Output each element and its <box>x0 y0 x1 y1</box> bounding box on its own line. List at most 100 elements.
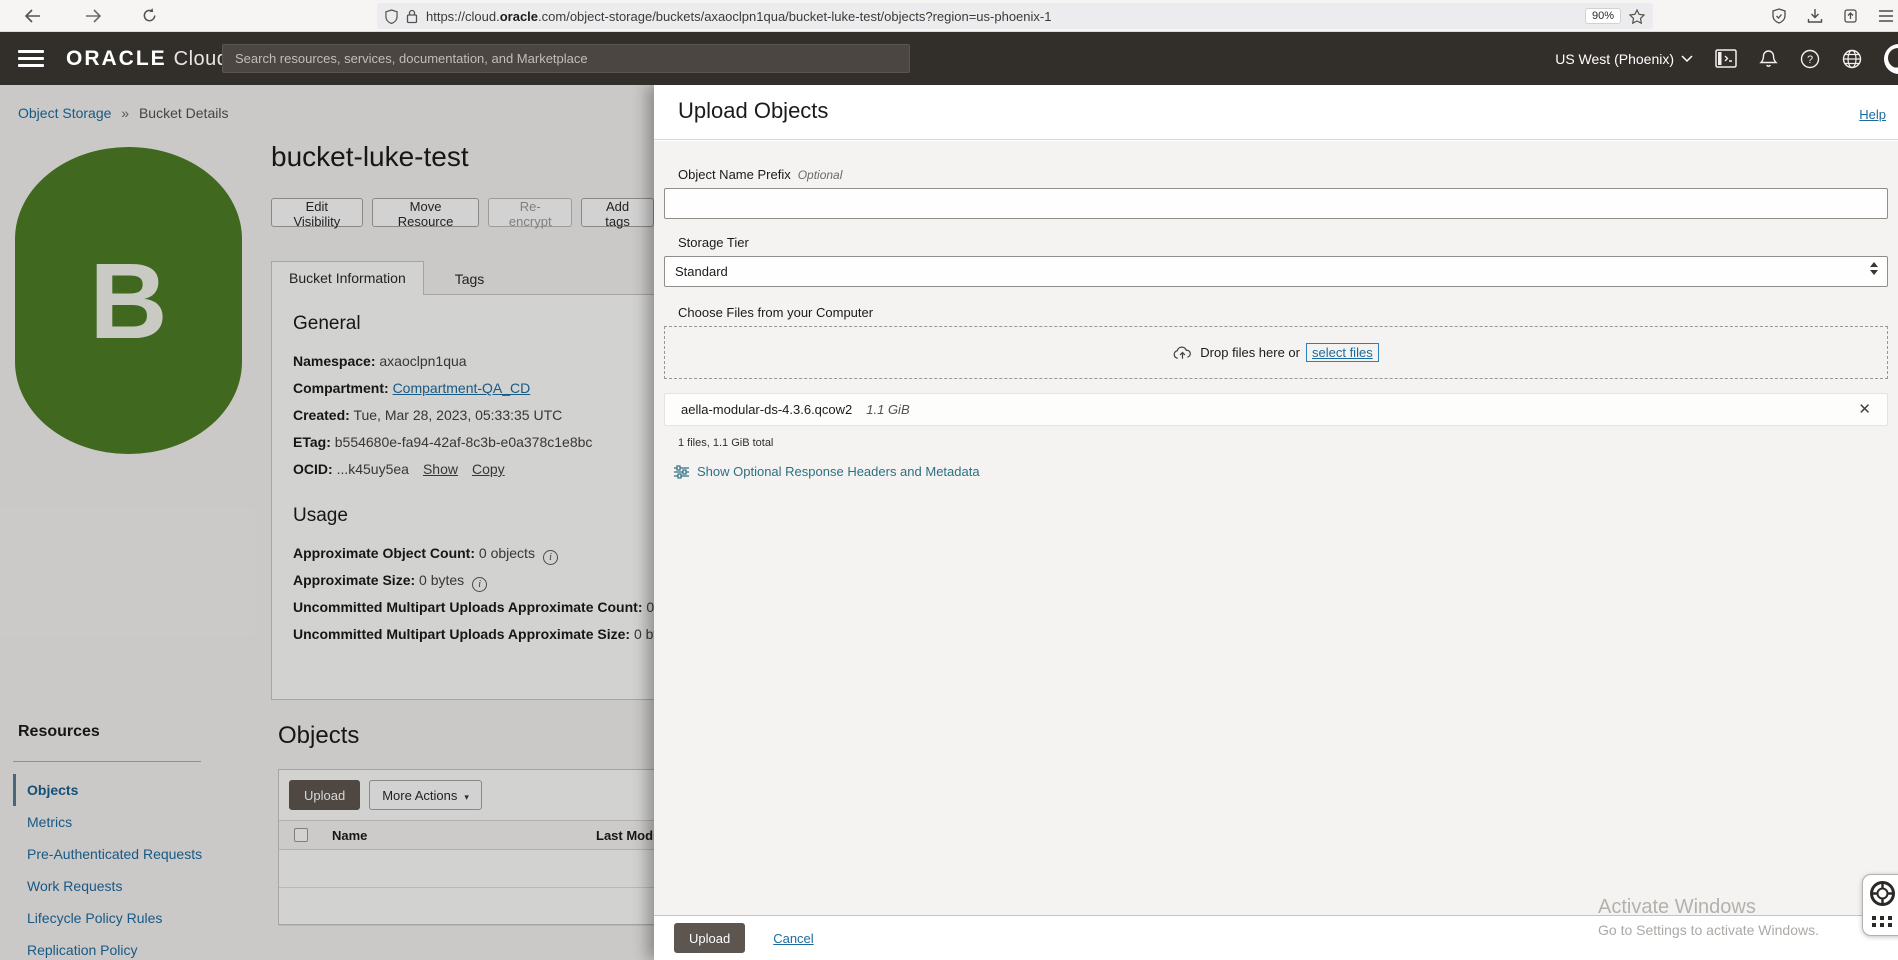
show-metadata-link[interactable]: Show Optional Response Headers and Metad… <box>674 464 1888 479</box>
general-fields: Namespace: axaoclpn1qua Compartment: Com… <box>293 348 654 483</box>
storage-tier-value: Standard <box>675 264 728 279</box>
sidebar-item-work-requests[interactable]: Work Requests <box>13 870 201 902</box>
files-summary: 1 files, 1.1 GiB total <box>678 437 1888 449</box>
sidebar-item-objects[interactable]: Objects <box>13 774 201 806</box>
logo-oracle: ORACLE <box>66 47 167 71</box>
panel-body: Object Name PrefixOptional Storage Tier … <box>654 141 1898 915</box>
breadcrumb-current: Bucket Details <box>139 105 228 121</box>
edit-visibility-button[interactable]: Edit Visibility <box>271 198 363 227</box>
help-link[interactable]: Help <box>1859 107 1886 122</box>
compartment-link[interactable]: Compartment-QA_CD <box>393 380 531 396</box>
table-row <box>279 850 654 888</box>
bucket-information-panel: General Namespace: axaoclpn1qua Compartm… <box>271 294 654 700</box>
panel-title: Upload Objects <box>678 98 828 124</box>
language-globe-icon[interactable] <box>1842 49 1862 69</box>
region-selector[interactable]: US West (Phoenix) <box>1555 51 1693 67</box>
panel-header: Upload Objects Help <box>654 85 1898 140</box>
field-multipart-count: Uncommitted Multipart Uploads Approximat… <box>293 594 654 621</box>
usage-heading: Usage <box>293 505 654 527</box>
select-all-checkbox[interactable] <box>294 828 308 842</box>
sidebar-item-replication-policy[interactable]: Replication Policy <box>13 934 201 960</box>
field-created: Created: Tue, Mar 28, 2023, 05:33:35 UTC <box>293 402 654 429</box>
help-icon[interactable]: ? <box>1800 49 1820 69</box>
cloud-shell-icon[interactable] <box>1715 49 1737 68</box>
zoom-level-badge[interactable]: 90% <box>1585 8 1621 24</box>
objects-heading: Objects <box>278 722 359 750</box>
cloud-upload-icon <box>1173 346 1192 360</box>
objects-table-container: Upload More Actions▾ Name Last Modi <box>278 769 654 925</box>
general-heading: General <box>293 313 654 335</box>
select-files-link[interactable]: select files <box>1306 343 1379 362</box>
breadcrumb-separator: » <box>121 105 129 121</box>
bucket-actions: Edit Visibility Move Resource Re-encrypt… <box>271 198 654 227</box>
field-etag: ETag: b554680e-fa94-42af-8c3b-e0a378c1e8… <box>293 429 654 456</box>
url-domain: oracle <box>500 9 538 24</box>
support-lifering-icon <box>1869 880 1896 907</box>
storage-tier-label: Storage Tier <box>678 235 1888 250</box>
field-compartment: Compartment: Compartment-QA_CD <box>293 375 654 402</box>
panel-cancel-link[interactable]: Cancel <box>773 931 813 946</box>
profile-avatar[interactable] <box>1884 44 1898 74</box>
browser-right-icons <box>1771 0 1898 32</box>
add-tags-button[interactable]: Add tags <box>581 198 654 227</box>
back-icon[interactable] <box>18 3 48 29</box>
move-resource-button[interactable]: Move Resource <box>372 198 480 227</box>
shield-icon[interactable] <box>385 9 398 24</box>
browser-menu-icon[interactable] <box>1878 9 1894 23</box>
storage-tier-select[interactable]: Standard <box>664 256 1888 287</box>
browser-toolbar: https://cloud.oracle.com/object-storage/… <box>0 0 1898 32</box>
region-label: US West (Phoenix) <box>1555 51 1674 67</box>
drop-files-text: Drop files here or <box>1200 345 1300 360</box>
object-name-prefix-input[interactable] <box>664 188 1888 219</box>
reload-icon[interactable] <box>134 3 164 29</box>
file-size: 1.1 GiB <box>866 402 909 417</box>
notifications-bell-icon[interactable] <box>1759 49 1778 69</box>
tab-tags[interactable]: Tags <box>438 263 502 295</box>
svg-text:?: ? <box>1807 54 1813 66</box>
field-object-count: Approximate Object Count: 0 objectsi <box>293 540 654 567</box>
resources-heading: Resources <box>13 723 201 741</box>
remove-file-icon[interactable]: ✕ <box>1858 402 1871 417</box>
panel-footer: Upload Cancel <box>654 915 1898 960</box>
breadcrumb-object-storage[interactable]: Object Storage <box>18 105 111 121</box>
protection-shield-icon[interactable] <box>1771 8 1787 24</box>
re-encrypt-button[interactable]: Re-encrypt <box>488 198 572 227</box>
info-icon[interactable]: i <box>543 550 558 565</box>
oci-header-right: US West (Phoenix) ? <box>1555 32 1898 85</box>
file-drop-zone[interactable]: Drop files here or select files <box>664 326 1888 379</box>
chevron-down-icon <box>1681 55 1693 63</box>
table-row <box>279 888 654 926</box>
more-actions-button[interactable]: More Actions▾ <box>369 780 482 810</box>
bucket-tabs: Bucket Information Tags <box>271 261 501 295</box>
lock-icon[interactable] <box>406 9 418 24</box>
ocid-show-link[interactable]: Show <box>423 461 458 477</box>
save-to-pocket-icon[interactable] <box>1843 8 1858 24</box>
column-name: Name <box>332 828 596 843</box>
tab-bucket-information[interactable]: Bucket Information <box>271 261 424 295</box>
bookmark-star-icon[interactable] <box>1629 9 1645 24</box>
objects-toolbar: Upload More Actions▾ <box>279 770 654 820</box>
url-bar[interactable]: https://cloud.oracle.com/object-storage/… <box>377 3 1653 29</box>
info-icon[interactable]: i <box>472 577 487 592</box>
bucket-initial: B <box>90 238 168 363</box>
url-suffix: .com/object-storage/buckets/axaoclpn1qua… <box>538 9 1051 24</box>
downloads-icon[interactable] <box>1807 8 1823 24</box>
oracle-cloud-logo[interactable]: ORACLE Cloud <box>66 47 228 71</box>
url-prefix: https://cloud. <box>426 9 500 24</box>
sidebar-item-pre-authenticated-requests[interactable]: Pre-Authenticated Requests <box>13 838 201 870</box>
usage-fields: Approximate Object Count: 0 objectsi App… <box>293 540 654 648</box>
panel-upload-button[interactable]: Upload <box>674 923 745 953</box>
sidebar-item-lifecycle-policy-rules[interactable]: Lifecycle Policy Rules <box>13 902 201 934</box>
url-text: https://cloud.oracle.com/object-storage/… <box>426 9 1575 24</box>
forward-icon[interactable] <box>78 3 108 29</box>
select-spinner-icon <box>1870 262 1878 275</box>
breadcrumb: Object Storage » Bucket Details <box>18 105 228 121</box>
field-multipart-size: Uncommitted Multipart Uploads Approximat… <box>293 621 654 648</box>
sidebar-item-metrics[interactable]: Metrics <box>13 806 201 838</box>
upload-button[interactable]: Upload <box>289 780 360 810</box>
page-title: bucket-luke-test <box>271 141 469 173</box>
support-widget[interactable] <box>1862 874 1898 936</box>
nav-menu-icon[interactable] <box>18 46 44 71</box>
ocid-copy-link[interactable]: Copy <box>472 461 505 477</box>
global-search-input[interactable] <box>222 44 910 73</box>
